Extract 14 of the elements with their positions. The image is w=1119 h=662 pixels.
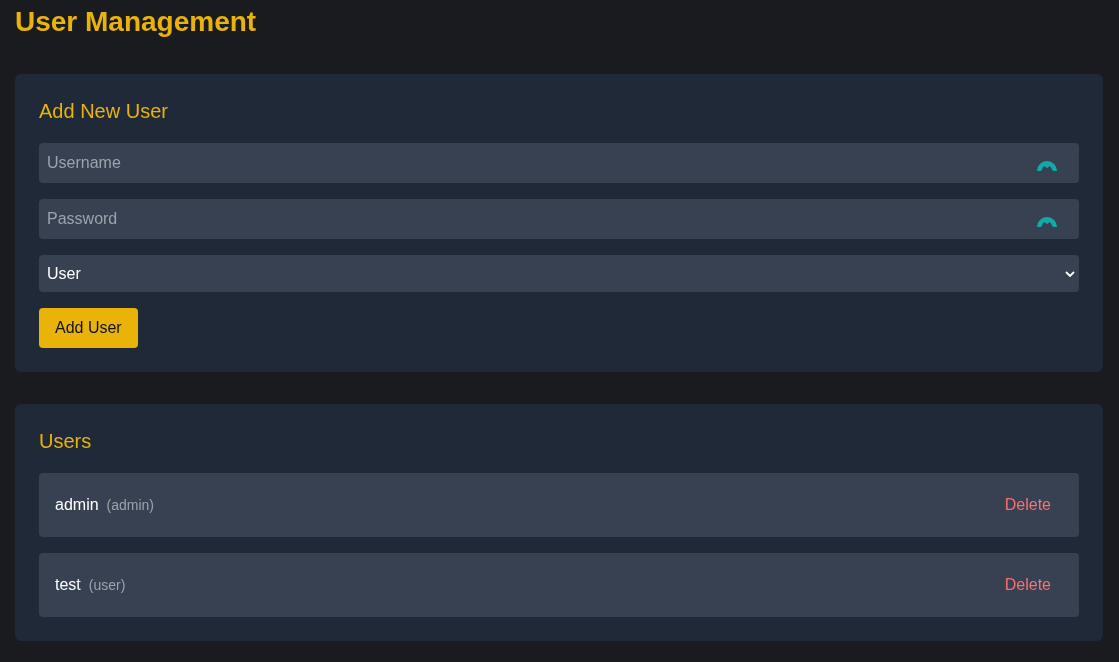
input-field[interactable]: Username: [39, 143, 1079, 183]
page-title: User Management: [15, 5, 258, 39]
role-dropdown[interactable]: User: [39, 255, 1079, 292]
chevron-down-icon: [1065, 270, 1075, 277]
add-user-button[interactable]: Add User: [39, 308, 138, 348]
section-heading: Add New User: [39, 99, 169, 124]
section-heading: Users: [39, 429, 93, 454]
role-text: (user): [88, 577, 126, 593]
username-text: test: [55, 576, 81, 593]
delete-button[interactable]: Delete: [992, 572, 1063, 598]
role-text: (admin): [106, 497, 155, 513]
username-text: admin: [55, 496, 99, 513]
input-field[interactable]: Password: [39, 199, 1079, 239]
delete-button[interactable]: Delete: [992, 492, 1063, 518]
